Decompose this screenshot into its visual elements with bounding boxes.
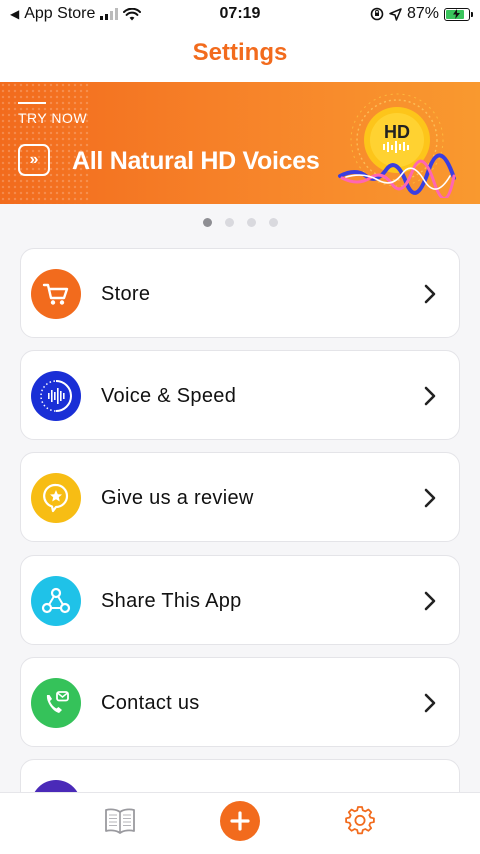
signal-icon	[100, 8, 119, 20]
hd-voice-icon: HD	[338, 93, 456, 198]
menu-item-label: Share This App	[101, 590, 242, 612]
battery-percent: 87%	[406, 5, 439, 22]
menu-item-share[interactable]: Share This App	[20, 555, 460, 645]
menu-item-review[interactable]: Give us a review	[20, 452, 460, 542]
banner-dot-pattern	[0, 82, 90, 204]
header: Settings	[0, 28, 480, 82]
wifi-icon	[123, 7, 142, 20]
charging-bolt-icon	[453, 8, 460, 19]
voice-wave-icon	[31, 371, 81, 421]
rotation-lock-icon	[370, 7, 384, 21]
hd-badge-text: HD	[384, 122, 410, 142]
menu-item-voice-speed[interactable]: Voice & Speed	[20, 350, 460, 440]
banner-kicker: TRY NOW	[18, 110, 88, 126]
status-right: 87%	[370, 5, 473, 23]
book-icon	[105, 808, 135, 834]
status-left: ◀ App Store	[10, 5, 142, 23]
phone-mail-icon	[31, 678, 81, 728]
chevron-right-icon	[424, 284, 436, 304]
chevron-right-icon	[424, 591, 436, 611]
menu-item-label: Voice & Speed	[101, 385, 237, 407]
plus-icon[interactable]	[220, 801, 260, 841]
gear-icon	[345, 806, 375, 835]
back-app-label[interactable]: App Store	[24, 5, 95, 23]
pager-dot[interactable]	[246, 218, 256, 227]
tab-settings[interactable]	[338, 799, 382, 843]
battery-icon	[444, 7, 473, 21]
tab-bar	[0, 792, 480, 854]
fast-forward-icon: »	[18, 144, 50, 176]
status-bar: ◀ App Store 07:19 87%	[0, 0, 480, 28]
menu-item-label: Give us a review	[101, 487, 254, 509]
share-icon	[31, 576, 81, 626]
star-bubble-icon	[31, 473, 81, 523]
chevron-right-icon	[424, 386, 436, 406]
menu-item-label: Store	[101, 283, 151, 305]
location-icon	[389, 7, 402, 21]
tab-library[interactable]	[98, 799, 142, 843]
chevron-right-icon	[424, 488, 436, 508]
banner-heading: All Natural HD Voices	[72, 147, 320, 175]
menu-item-store[interactable]: Store	[20, 248, 460, 338]
banner-rule	[18, 102, 46, 104]
pager-dot[interactable]	[224, 218, 234, 227]
back-arrow-icon[interactable]: ◀	[10, 7, 19, 21]
cart-icon	[31, 269, 81, 319]
pager-dot[interactable]	[268, 218, 278, 227]
settings-screen: ◀ App Store 07:19 87% Settings TRY NOW »…	[0, 0, 480, 854]
menu-item-label: Contact us	[101, 692, 200, 714]
banner-pager[interactable]	[0, 218, 480, 227]
tab-add[interactable]	[218, 799, 262, 843]
page-title: Settings	[192, 39, 288, 66]
pager-dot[interactable]	[202, 218, 212, 227]
menu-item-contact[interactable]: Contact us	[20, 657, 460, 747]
promo-banner[interactable]: TRY NOW » All Natural HD Voices HD	[0, 82, 480, 204]
chevron-right-icon	[424, 693, 436, 713]
